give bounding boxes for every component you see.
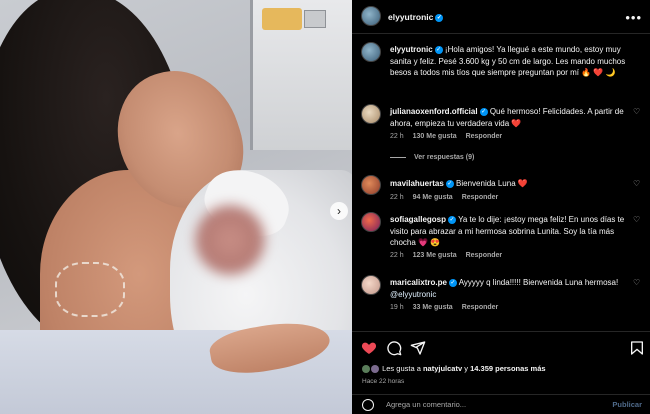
commenter-username[interactable]: maricalixtro.pe [390, 278, 447, 287]
emoji-picker-icon[interactable] [362, 399, 374, 411]
comment-text: Ayyyyy q linda!!!!! Bienvenida Luna herm… [458, 278, 619, 287]
commenter-username[interactable]: sofiagallegosp [390, 215, 446, 224]
author-username[interactable]: elyyutronic ✓ [388, 12, 444, 22]
likes-count-link[interactable]: 14.359 personas más [470, 364, 545, 373]
bed-control-panel-secondary [304, 10, 326, 28]
post-sidebar: elyyutronic ✓ ••• elyyutronic ✓ ¡Hola amig… [352, 0, 650, 414]
post-actions-bar [352, 331, 650, 363]
likes-prefix: Les gusta a [382, 364, 421, 373]
post-timestamp: Hace 22 horas [362, 378, 405, 385]
bed-control-panel [262, 8, 302, 30]
comment-text-block: sofiagallegosp ✓ Ya te lo dije: ¡estoy me… [390, 214, 628, 249]
author-avatar[interactable] [361, 6, 381, 26]
view-replies-button[interactable]: Ver respuestas (9) [390, 154, 474, 161]
reply-button[interactable]: Responder [466, 133, 503, 140]
commenter-avatar[interactable] [361, 175, 381, 195]
comment-likes[interactable]: 94 Me gusta [413, 194, 453, 201]
comment-meta: 22 h 130 Me gusta Responder [390, 133, 511, 140]
verified-badge-icon: ✓ [434, 45, 443, 54]
commenter-username[interactable]: julianaoxenford.official [390, 107, 478, 116]
commenter-username[interactable]: mavilahuertas [390, 179, 444, 188]
more-options-icon[interactable]: ••• [625, 10, 642, 25]
comment-time: 22 h [390, 252, 404, 259]
comment-like-heart-icon[interactable]: ♡ [633, 279, 641, 287]
post-header: elyyutronic ✓ ••• [352, 0, 650, 34]
heart-icon[interactable] [361, 340, 377, 356]
comment-like-heart-icon[interactable]: ♡ [633, 216, 641, 224]
commenter-avatar[interactable] [361, 104, 381, 124]
author-username-text[interactable]: elyyutronic [388, 12, 433, 22]
shoulder-bandage [55, 262, 125, 317]
commenter-avatar[interactable] [361, 212, 381, 232]
comment-meta: 22 h 94 Me gusta Responder [390, 194, 507, 201]
post-photo[interactable]: › [0, 0, 352, 414]
comment-like-heart-icon[interactable]: ♡ [633, 108, 641, 116]
next-photo-button[interactable]: › [330, 202, 348, 220]
add-comment-bar: Agrega un comentario... Publicar [352, 394, 650, 414]
bookmark-icon[interactable] [629, 340, 645, 356]
reply-button[interactable]: Responder [462, 194, 499, 201]
comment-text-block: maricalixtro.pe ✓ Ayyyyy q linda!!!!! Bie… [390, 277, 628, 300]
verified-badge-icon: ✓ [445, 179, 454, 188]
publish-button[interactable]: Publicar [612, 400, 642, 409]
likes-user-link[interactable]: natyjulcatv [423, 364, 462, 373]
comment-like-heart-icon[interactable]: ♡ [633, 180, 641, 188]
comment-time: 22 h [390, 133, 404, 140]
reply-button[interactable]: Responder [462, 304, 499, 311]
caption-author-avatar[interactable] [361, 42, 381, 62]
comment-time: 22 h [390, 194, 404, 201]
likes-conjunction: y [464, 364, 468, 373]
comment-likes[interactable]: 33 Me gusta [413, 304, 453, 311]
replies-divider [390, 156, 406, 158]
comment-icon[interactable] [386, 340, 402, 356]
blurred-baby-face [195, 205, 265, 275]
comment-meta: 22 h 123 Me gusta Responder [390, 252, 511, 259]
comment-likes[interactable]: 123 Me gusta [413, 252, 457, 259]
likes-summary: Les gusta a natyjulcatv y 14.359 persona… [362, 364, 546, 374]
comment-input[interactable]: Agrega un comentario... [386, 400, 466, 409]
caption-username[interactable]: elyyutronic [390, 45, 433, 54]
mention-link[interactable]: @elyyutronic [390, 290, 436, 299]
verified-badge-icon: ✓ [448, 278, 457, 287]
reply-button[interactable]: Responder [466, 252, 503, 259]
view-replies-label[interactable]: Ver respuestas (9) [414, 154, 474, 161]
comment-text-block: mavilahuertas ✓ Bienvenida Luna ❤️ [390, 178, 628, 190]
verified-badge-icon: ✓ [448, 215, 457, 224]
liker-avatar [371, 365, 379, 374]
comment-likes[interactable]: 130 Me gusta [413, 133, 457, 140]
verified-badge-icon: ✓ [435, 13, 444, 22]
caption-text-block: elyyutronic ✓ ¡Hola amigos! Ya llegué a e… [390, 44, 628, 79]
commenter-avatar[interactable] [361, 275, 381, 295]
comment-meta: 19 h 33 Me gusta Responder [390, 304, 507, 311]
comment-time: 19 h [390, 304, 404, 311]
share-icon[interactable] [410, 340, 426, 356]
comment-text-block: julianaoxenford.official ✓ Qué hermoso! F… [390, 106, 628, 129]
liker-avatar [362, 365, 370, 374]
comment-text: Bienvenida Luna ❤️ [456, 179, 528, 188]
verified-badge-icon: ✓ [479, 107, 488, 116]
